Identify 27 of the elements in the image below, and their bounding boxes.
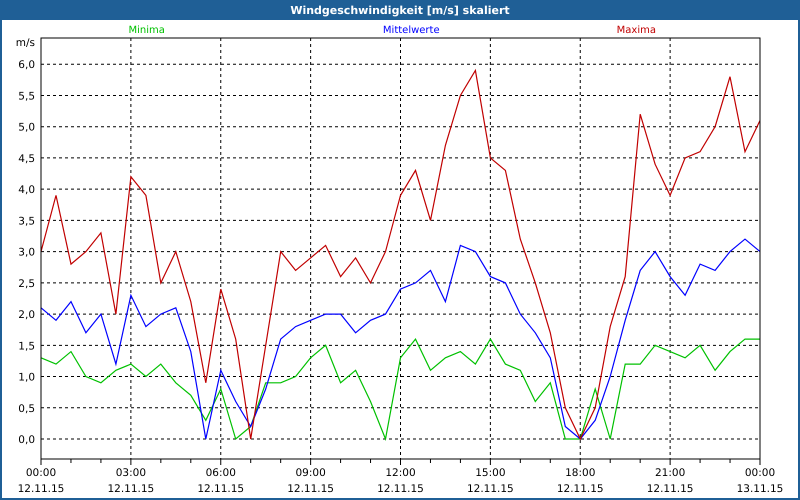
legend-label: Mittelwerte (382, 25, 440, 36)
y-tick-label: 0,0 (18, 434, 35, 446)
y-tick-label: 2,5 (18, 278, 35, 290)
y-tick-label: 1,0 (18, 372, 35, 384)
x-tick-label: 15:00 12.11.15 (467, 467, 514, 495)
legend-label: Minima (128, 25, 165, 36)
y-tick-label: 2,0 (18, 309, 35, 322)
x-tick-label: 03:00 12.11.15 (108, 467, 154, 495)
x-tick-label: 00:00 12.11.15 (18, 467, 64, 495)
x-tick-label: 06:00 12.11.15 (197, 467, 244, 495)
y-tick-label: 0,5 (18, 402, 35, 415)
y-tick-label: 3,0 (18, 246, 35, 259)
y-tick-label: 5,5 (18, 90, 35, 102)
y-tick-label: 1,5 (18, 340, 35, 352)
y-tick-label: 3,5 (18, 215, 35, 228)
x-tick-label: 09:00 12.11.15 (287, 467, 334, 495)
y-tick-label: 6,0 (18, 59, 35, 72)
x-tick-label: 00:00 13.11.15 (736, 467, 784, 495)
y-tick-label: 5,0 (18, 122, 35, 134)
x-tick-label: 12:00 12.11.15 (377, 467, 424, 495)
legend-label: Maxima (616, 25, 656, 36)
x-tick-label: 18:00 12.11.15 (556, 467, 604, 495)
y-tick-label: 4,0 (18, 184, 35, 196)
y-axis-unit: m/s (16, 37, 35, 49)
window-title: Windgeschwindigkeit [m/s] skaliert (290, 4, 510, 16)
x-tick-label: 21:00 12.11.15 (646, 467, 694, 495)
y-tick-label: 4,5 (18, 152, 35, 165)
